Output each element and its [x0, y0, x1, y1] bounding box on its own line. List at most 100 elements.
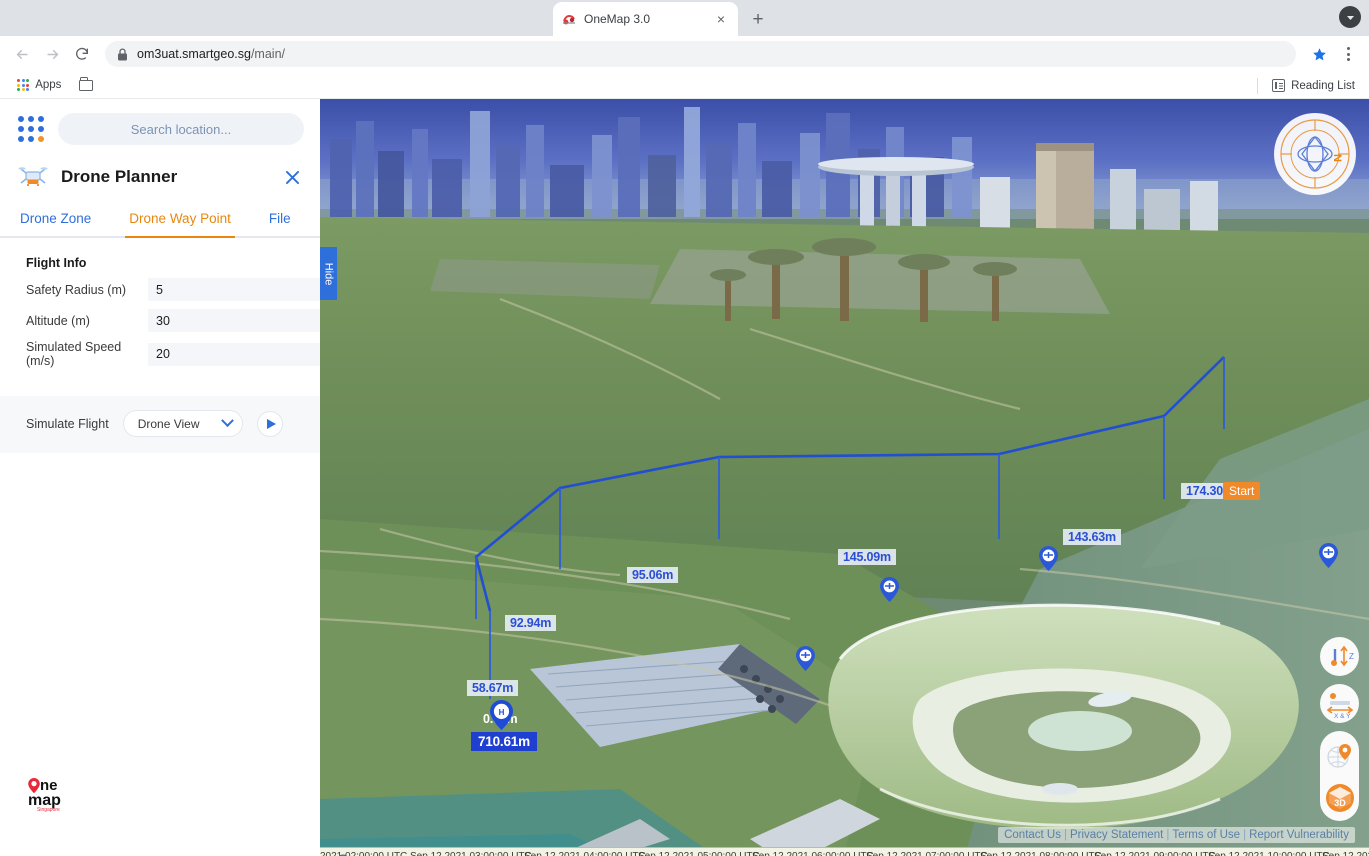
panel-header: Drone Planner — [0, 157, 320, 205]
timeline-label-6: Sep 12 2021 08:00:00 UTC — [980, 851, 1102, 856]
field-safety-radius: Safety Radius (m) — [0, 278, 320, 301]
new-tab-button[interactable]: + — [744, 5, 772, 33]
distance-label-4: 145.09m — [838, 549, 896, 565]
bookmarks-bar-right: Reading List — [1257, 72, 1361, 99]
hide-panel-tab[interactable]: Hide — [320, 247, 337, 300]
footer-link-privacy-statement[interactable]: Privacy Statement — [1070, 829, 1163, 841]
map-viewport[interactable]: Hide N 710.61m 0.00m 58.67m — [320, 99, 1369, 856]
browser-tab-title: OneMap 3.0 — [584, 12, 705, 26]
onemap-logo: ne map Singapore — [26, 774, 86, 821]
panel-tabs: Drone Zone Drone Way Point File — [0, 205, 320, 238]
sidebar: Drone Planner Drone Zone Drone Way Point… — [0, 99, 320, 856]
drone-icon — [18, 163, 48, 191]
waypoint-pin-4[interactable] — [1319, 543, 1338, 568]
timeline-label-1: Sep 12 2021 03:00:00 UTC — [410, 851, 532, 856]
browser-toolbar: om3uat.smartgeo.sg/main/ — [0, 36, 1369, 72]
reading-list-label: Reading List — [1291, 80, 1355, 92]
altitude-input[interactable] — [148, 309, 325, 332]
page-title: Drone Planner — [61, 167, 267, 187]
distance-label-5: 143.63m — [1063, 529, 1121, 545]
browser-tab-strip: OneMap 3.0 × + — [0, 0, 1369, 36]
search-location-box[interactable] — [58, 113, 304, 145]
simulate-flight-label: Simulate Flight — [26, 417, 109, 431]
lock-icon — [117, 48, 128, 61]
tab-drone-zone[interactable]: Drone Zone — [18, 205, 93, 236]
timeline-handle[interactable] — [336, 852, 350, 856]
apps-grid-icon — [17, 79, 29, 91]
timeline-label-9: Sep 12 2021 — [1322, 851, 1369, 856]
field-label-simulated-speed: Simulated Speed (m/s) — [26, 340, 148, 368]
timeline-label-0: 2021 02:00:00 UTC — [320, 851, 407, 856]
play-simulation-button[interactable] — [257, 411, 283, 437]
app-grid-icon[interactable] — [18, 116, 44, 142]
timeline-label-2: Sep 12 2021 04:00:00 UTC — [524, 851, 646, 856]
map-tool-stack: Z X & Y — [1320, 637, 1359, 821]
measure-distance-tool[interactable]: X & Y — [1320, 684, 1359, 723]
url-path: /main/ — [251, 47, 285, 61]
hide-panel-label: Hide — [323, 262, 335, 285]
simulate-view-value: Drone View — [138, 417, 217, 431]
bookmark-apps-label: Apps — [35, 79, 61, 91]
divider: | — [1243, 829, 1246, 841]
map-mode-pill: 3D — [1320, 731, 1359, 821]
bookmark-folder[interactable] — [72, 77, 106, 94]
location-marker-tool[interactable] — [1320, 735, 1359, 774]
start-label: Start — [1223, 482, 1260, 500]
distance-label-2: 92.94m — [505, 615, 556, 631]
browser-tab[interactable]: OneMap 3.0 × — [553, 2, 738, 36]
simulate-flight-row: Simulate Flight Drone View — [0, 396, 320, 453]
compass-icon[interactable]: N — [1274, 113, 1356, 195]
simulate-view-select[interactable]: Drone View — [123, 410, 243, 437]
compass-north-label: N — [1331, 154, 1343, 162]
divider: | — [1166, 829, 1169, 841]
url-domain: om3uat.smartgeo.sg — [137, 47, 251, 61]
simulated-speed-input[interactable] — [148, 343, 325, 366]
field-label-safety-radius: Safety Radius (m) — [26, 283, 148, 297]
footer-link-terms-of-use[interactable]: Terms of Use — [1172, 829, 1240, 841]
distance-label-total: 710.61m — [471, 732, 537, 751]
tool-label-xy: X & Y — [1334, 713, 1351, 719]
tool-label-3d: 3D — [1334, 798, 1346, 808]
kebab-menu-icon[interactable] — [1335, 40, 1361, 68]
search-input[interactable] — [58, 113, 304, 145]
timeline-label-5: Sep 12 2021 07:00:00 UTC — [866, 851, 988, 856]
measure-height-tool[interactable]: Z — [1320, 637, 1359, 676]
close-icon[interactable] — [280, 165, 304, 189]
divider: | — [1064, 829, 1067, 841]
bookmark-star-icon[interactable] — [1305, 40, 1333, 68]
tab-file[interactable]: File — [267, 205, 293, 236]
reading-list-icon — [1272, 79, 1285, 92]
waypoint-home-pin[interactable]: H — [490, 700, 513, 730]
timeline-label-4: Sep 12 2021 06:00:00 UTC — [752, 851, 874, 856]
download-indicator-icon[interactable] — [1339, 6, 1361, 28]
tab-drone-way-point[interactable]: Drone Way Point — [127, 205, 233, 236]
address-bar[interactable]: om3uat.smartgeo.sg/main/ — [105, 41, 1296, 67]
safety-radius-input[interactable] — [148, 278, 325, 301]
three-d-view-tool[interactable]: 3D — [1320, 778, 1359, 817]
footer-link-contact-us[interactable]: Contact Us — [1004, 829, 1061, 841]
map-footer-links: Contact Us|Privacy Statement|Terms of Us… — [998, 827, 1355, 843]
forward-arrow-icon[interactable] — [38, 40, 66, 68]
waypoint-pin-1[interactable] — [796, 646, 815, 671]
folder-icon — [79, 80, 93, 91]
divider — [1257, 78, 1258, 94]
close-icon[interactable]: × — [712, 10, 730, 28]
reading-list-button[interactable]: Reading List — [1266, 76, 1361, 95]
app-root: Drone Planner Drone Zone Drone Way Point… — [0, 99, 1369, 856]
search-row — [0, 99, 320, 157]
svg-text:H: H — [499, 708, 505, 717]
distance-label-1: 58.67m — [467, 680, 518, 696]
play-icon — [267, 419, 276, 429]
field-simulated-speed: Simulated Speed (m/s) — [0, 340, 320, 368]
timeline-label-7: Sep 12 2021 09:00:00 UTC — [1094, 851, 1216, 856]
chevron-down-icon — [221, 414, 234, 427]
waypoint-pin-3[interactable] — [1039, 546, 1058, 571]
bookmark-apps[interactable]: Apps — [10, 76, 68, 94]
sidebar-footer-strip — [0, 847, 320, 856]
reload-icon[interactable] — [68, 40, 96, 68]
back-arrow-icon[interactable] — [8, 40, 36, 68]
waypoint-pin-2[interactable] — [880, 577, 899, 602]
footer-link-report-vulnerability[interactable]: Report Vulnerability — [1249, 829, 1349, 841]
onemap-favicon-icon — [561, 11, 577, 27]
flight-info-heading: Flight Info — [0, 238, 320, 278]
